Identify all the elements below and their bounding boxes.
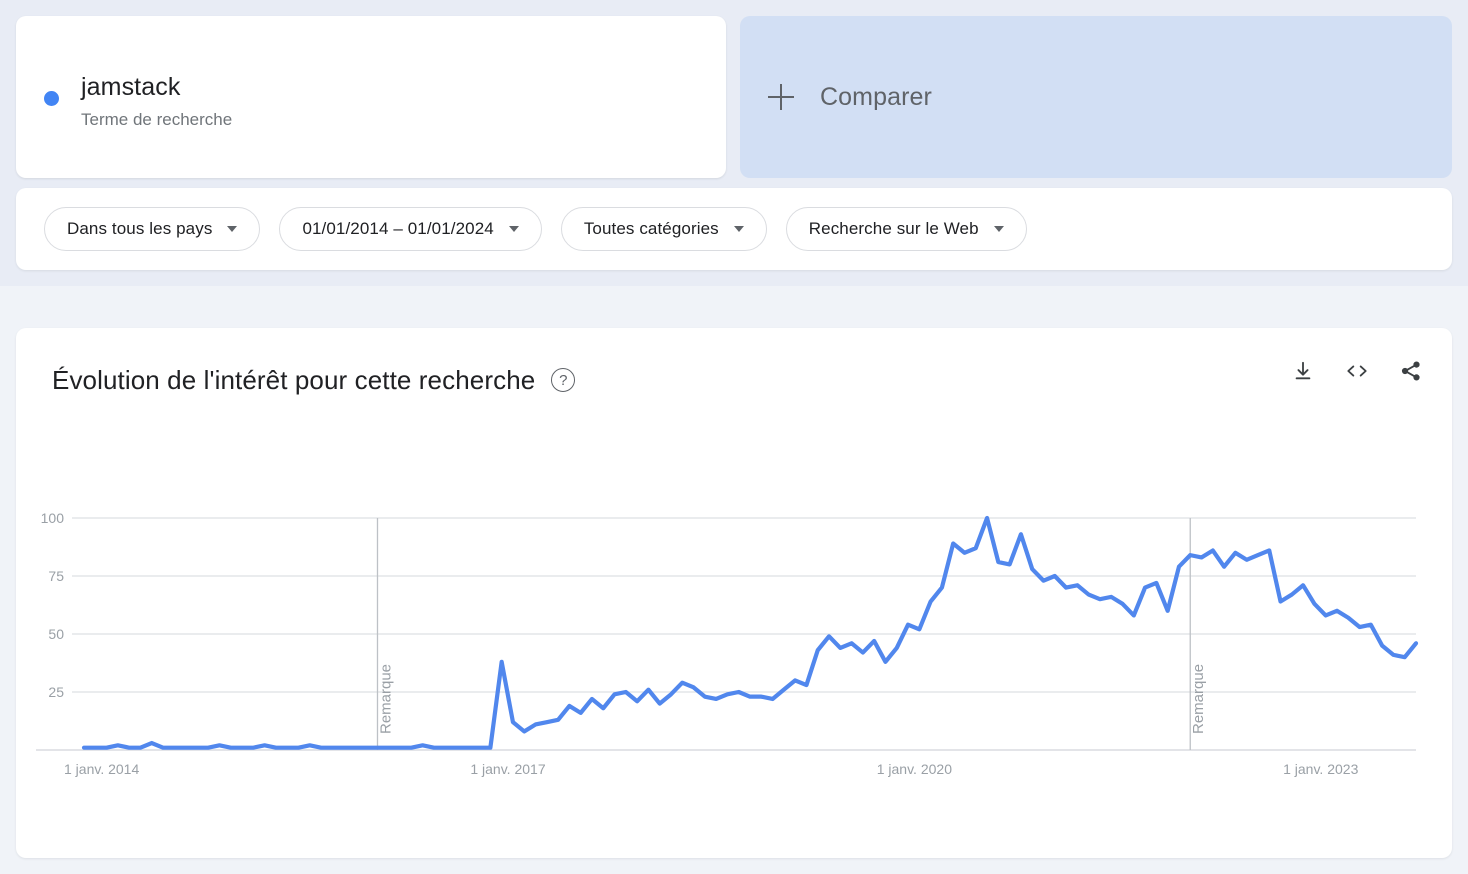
svg-text:Remarque: Remarque	[377, 664, 394, 734]
category-filter[interactable]: Toutes catégories	[560, 207, 767, 251]
svg-text:1 janv. 2017: 1 janv. 2017	[470, 761, 545, 777]
gridlines	[36, 517, 1416, 751]
chevron-down-icon	[227, 226, 238, 232]
share-icon[interactable]	[1398, 358, 1424, 384]
svg-text:75: 75	[48, 568, 64, 584]
search-term-text-block: jamstack Terme de recherche	[81, 72, 232, 131]
trend-line-chart: 255075100 1 janv. 2014 1 janv. 2017 1 janv…	[36, 510, 1419, 777]
search-term-subtitle: Terme de recherche	[81, 110, 233, 129]
svg-text:1 janv. 2023: 1 janv. 2023	[1283, 761, 1358, 777]
search-term-content: jamstack Terme de recherche	[44, 72, 232, 131]
trend-line-path	[81, 515, 1419, 750]
compare-content: Comparer	[768, 83, 932, 112]
svg-text:100: 100	[41, 510, 65, 526]
date-range-filter[interactable]: 01/01/2014 – 01/01/2024	[279, 207, 542, 251]
chart-title: Évolution de l'intérêt pour cette recher…	[52, 365, 536, 395]
category-filter-label: Toutes catégories	[583, 219, 719, 238]
chevron-down-icon	[733, 226, 744, 232]
search-term-card[interactable]: jamstack Terme de recherche	[16, 16, 726, 178]
search-type-filter-label: Recherche sur le Web	[808, 219, 979, 238]
chart-header: Évolution de l'intérêt pour cette recher…	[52, 364, 1416, 396]
search-term-title: jamstack	[81, 73, 181, 101]
search-type-filter[interactable]: Recherche sur le Web	[785, 207, 1027, 251]
series-color-dot	[44, 91, 59, 106]
region-filter[interactable]: Dans tous les pays	[44, 207, 261, 251]
svg-text:50: 50	[48, 626, 64, 642]
chart-plot-area: 25 50 75 100 1 janv. 2014 1 janv. 2017 1 janv…	[16, 328, 1452, 858]
filter-chip-group: Dans tous les pays 01/01/2014 – 01/01/20…	[44, 207, 1027, 251]
svg-text:25: 25	[48, 684, 64, 700]
chevron-down-icon	[993, 226, 1004, 232]
embed-code-icon[interactable]	[1344, 358, 1370, 384]
svg-text:1 janv. 2014: 1 janv. 2014	[64, 761, 139, 777]
plus-icon	[768, 84, 794, 110]
chart-action-group	[1290, 358, 1424, 384]
help-circle-icon[interactable]: ?	[551, 368, 576, 392]
region-filter-label: Dans tous les pays	[67, 219, 213, 238]
svg-text:Remarque: Remarque	[1190, 664, 1207, 734]
compare-card[interactable]: Comparer	[740, 16, 1452, 178]
filter-bar: Dans tous les pays 01/01/2014 – 01/01/20…	[16, 188, 1452, 270]
download-icon[interactable]	[1290, 358, 1316, 384]
compare-label: Comparer	[820, 82, 932, 111]
annotation-markers: Remarque Remarque	[376, 518, 1207, 750]
interest-over-time-card: Évolution de l'intérêt pour cette recher…	[16, 328, 1452, 858]
x-axis-tick-labels: 1 janv. 2014 1 janv. 2017 1 janv. 2020 1 ja…	[64, 761, 1359, 777]
chevron-down-icon	[508, 226, 519, 232]
y-axis-tick-labels: 25 50 75 100	[41, 510, 65, 700]
date-range-filter-label: 01/01/2014 – 01/01/2024	[302, 219, 494, 238]
svg-text:1 janv. 2020: 1 janv. 2020	[877, 761, 952, 777]
